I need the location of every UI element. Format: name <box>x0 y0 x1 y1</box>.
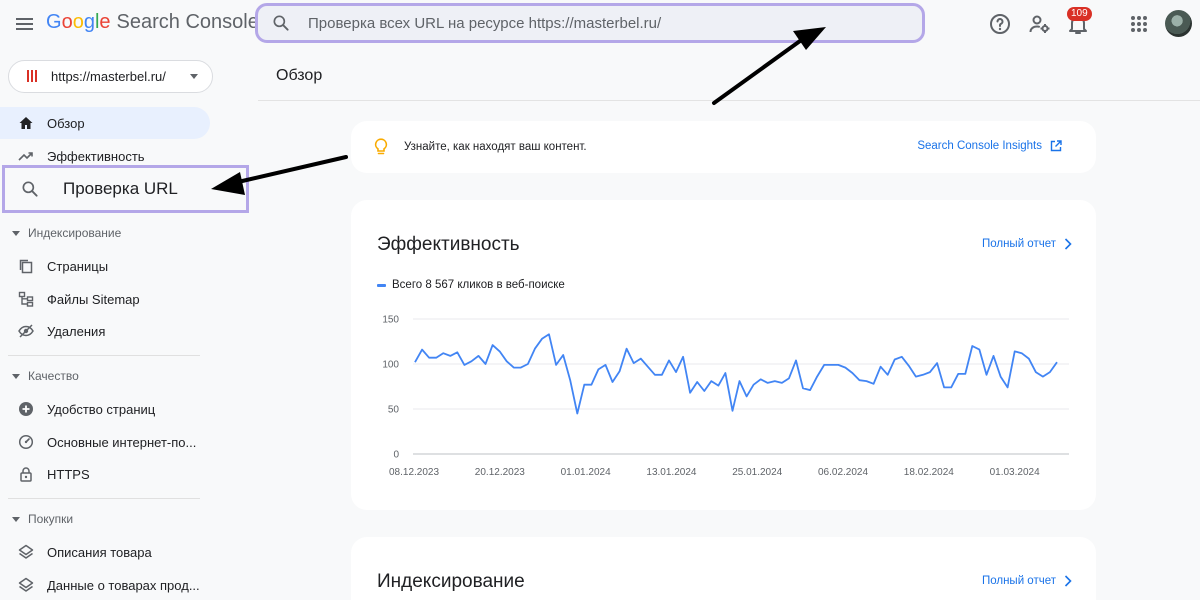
pages-icon <box>19 259 33 274</box>
sidebar-item-sitemaps[interactable]: Файлы Sitemap <box>0 283 210 315</box>
sidebar-item-label: Страницы <box>47 258 109 274</box>
sidebar-item-label: Удаления <box>47 323 106 339</box>
caret-down-icon <box>12 516 20 522</box>
search-input[interactable] <box>308 14 888 32</box>
performance-chart: 0 50 100 150 08.12.2023 20.12.2023 01.01.2024 1… <box>382 315 1069 478</box>
search-console-logo[interactable]: Google Search Console <box>46 11 259 34</box>
search-console-insights-link[interactable]: Search Console Insights <box>917 140 1062 152</box>
search-icon <box>22 181 38 197</box>
sidebar-item-pages[interactable]: Страницы <box>0 250 210 282</box>
sidebar-divider <box>8 498 200 499</box>
property-favicon-icon <box>25 69 39 84</box>
apps-grid-icon[interactable] <box>1127 12 1151 36</box>
lightbulb-icon <box>374 138 388 155</box>
sidebar-divider <box>8 355 200 356</box>
sidebar-item-label: Основные интернет-по... <box>47 434 197 450</box>
section-title: Покупки <box>28 512 74 526</box>
x-tick-label: 13.01.2024 <box>646 467 696 478</box>
x-tick-label: 08.12.2023 <box>389 467 439 478</box>
section-title: Качество <box>28 369 79 383</box>
insights-text: Узнайте, как находят ваш контент. <box>404 141 587 153</box>
sidebar-item-https[interactable]: HTTPS <box>0 458 210 490</box>
title-divider <box>258 100 1200 101</box>
x-tick-label: 06.02.2024 <box>818 467 868 478</box>
sidebar-item-label: Эффективность <box>47 148 145 164</box>
performance-card: Эффективность Полный отчет Всего 8 567 к… <box>351 200 1096 510</box>
sidebar-item-product-snippets[interactable]: Описания товара <box>0 536 210 568</box>
section-shopping[interactable]: Покупки <box>0 507 210 531</box>
y-tick-label: 100 <box>382 360 399 371</box>
property-selector[interactable]: https://masterbel.ru/ <box>8 60 213 93</box>
clicks-series-line <box>414 333 1058 415</box>
avatar[interactable] <box>1165 10 1192 37</box>
sidebar-item-label: Обзор <box>47 115 85 131</box>
layers-icon <box>18 577 34 592</box>
trending-up-icon <box>18 152 33 161</box>
property-url: https://masterbel.ru/ <box>51 69 166 84</box>
search-icon <box>273 15 289 31</box>
menu-icon[interactable] <box>12 12 36 36</box>
sidebar-item-page-experience[interactable]: Удобство страниц <box>0 393 210 425</box>
sidebar-item-label: HTTPS <box>47 466 90 482</box>
indexing-card: Индексирование Полный отчет <box>351 537 1096 600</box>
chevron-down-icon <box>190 74 198 79</box>
notification-badge: 109 <box>1067 7 1092 21</box>
open-in-new-icon <box>1050 140 1062 152</box>
chevron-right-icon <box>1064 575 1072 587</box>
sidebar-item-url-inspection[interactable]: Проверка URL <box>2 165 249 213</box>
layers-icon <box>18 544 34 559</box>
eye-off-icon <box>18 324 34 338</box>
sidebar-item-label: Описания товара <box>47 544 152 560</box>
insights-banner: Узнайте, как находят ваш контент. Search… <box>351 121 1096 173</box>
x-tick-label: 18.02.2024 <box>904 467 954 478</box>
home-icon <box>19 117 33 129</box>
sidebar-item-label: Файлы Sitemap <box>47 291 140 307</box>
indexing-full-report-link[interactable]: Полный отчет <box>982 575 1072 587</box>
sidebar-item-removals[interactable]: Удаления <box>0 315 210 347</box>
sitemap-icon <box>18 291 34 307</box>
sidebar-item-overview[interactable]: Обзор <box>0 107 210 139</box>
caret-down-icon <box>12 373 20 379</box>
sidebar-item-core-web-vitals[interactable]: Основные интернет-по... <box>0 426 210 458</box>
plus-circle-icon <box>19 402 33 416</box>
caret-down-icon <box>12 230 20 236</box>
sidebar: https://masterbel.ru/ Обзор Эффективност… <box>0 48 250 600</box>
y-tick-label: 0 <box>393 450 399 461</box>
x-tick-label: 20.12.2023 <box>475 467 525 478</box>
manage-users-icon[interactable] <box>1028 12 1052 36</box>
lock-icon <box>20 467 32 482</box>
app-header: GoogleSearch Console 109 <box>0 0 1200 48</box>
indexing-title: Индексирование <box>377 571 525 592</box>
y-tick-label: 50 <box>388 405 400 416</box>
y-tick-label: 150 <box>382 315 399 326</box>
section-title: Индексирование <box>28 226 122 240</box>
url-inspection-search[interactable] <box>255 3 925 43</box>
sidebar-item-label: Данные о товарах прод... <box>47 577 200 593</box>
section-indexing[interactable]: Индексирование <box>0 221 210 245</box>
x-tick-label: 25.01.2024 <box>732 467 782 478</box>
sidebar-item-label: Удобство страниц <box>47 401 156 417</box>
x-tick-label: 01.03.2024 <box>990 467 1040 478</box>
sidebar-item-merchant-listings[interactable]: Данные о товарах прод... <box>0 569 210 600</box>
help-icon[interactable] <box>988 12 1012 36</box>
gauge-icon <box>18 434 34 450</box>
section-quality[interactable]: Качество <box>0 364 210 388</box>
page-title: Обзор <box>276 67 323 84</box>
sidebar-item-label: Проверка URL <box>63 179 178 198</box>
x-tick-label: 01.01.2024 <box>561 467 611 478</box>
